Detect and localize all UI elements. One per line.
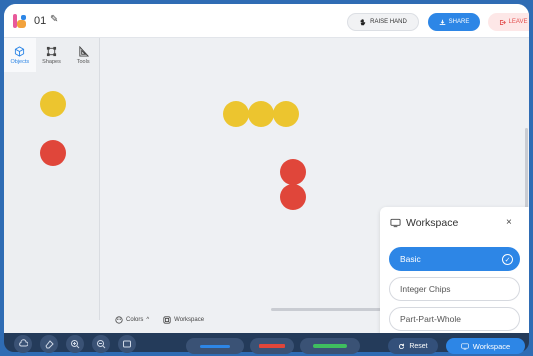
tab-shapes-label: Shapes: [42, 58, 61, 65]
workspace-footer-label: Workspace: [174, 317, 205, 323]
pen-green[interactable]: [300, 338, 360, 354]
fit-screen-tool[interactable]: [118, 335, 136, 353]
leave-label: LEAVE: [508, 19, 528, 25]
share-label: SHARE: [448, 19, 470, 25]
objects-sidebar: Objects Shapes Tools: [4, 38, 100, 320]
download-icon: [439, 19, 445, 25]
pen-blue[interactable]: [186, 338, 244, 354]
sidebar-tabs: Objects Shapes Tools: [4, 38, 99, 72]
yellow-token[interactable]: [223, 101, 249, 127]
workspace-panel-header: Workspace: [390, 217, 458, 229]
workspace-option-part-part-whole[interactable]: Part-Part-Whole: [389, 307, 520, 331]
square-icon: [46, 46, 57, 56]
raise-hand-button[interactable]: RAISE HAND: [347, 13, 419, 31]
horizontal-scrollbar[interactable]: [271, 308, 381, 311]
eraser-icon: [45, 340, 54, 349]
yellow-token[interactable]: [248, 101, 274, 127]
canvas-footer: Colors ^ Workspace: [101, 312, 381, 328]
ruler-triangle-icon: [79, 45, 89, 57]
chevron-up-icon: ^: [146, 317, 150, 323]
share-button[interactable]: SHARE: [428, 13, 480, 31]
red-token[interactable]: [280, 184, 306, 210]
checkmark-icon: ✓: [502, 254, 513, 265]
reset-label: Reset: [409, 342, 428, 350]
workspace-panel: Workspace × Basic ✓ Integer Chips Part-P…: [380, 207, 529, 340]
workspace-button-label: Workspace: [472, 341, 511, 351]
zoom-out-icon: [97, 340, 106, 349]
close-icon[interactable]: ×: [506, 217, 512, 228]
edit-title-icon[interactable]: ✎: [50, 14, 58, 25]
monitor-icon: [390, 218, 401, 228]
red-pen-swatch: [259, 344, 285, 348]
zoom-in-icon: [71, 340, 80, 349]
cube-icon: [15, 45, 25, 57]
refresh-icon: [399, 343, 405, 349]
workspace-icon: [163, 316, 171, 324]
app-logo-icon: [13, 14, 26, 28]
palette-icon: [115, 316, 123, 324]
tab-tools-label: Tools: [76, 58, 90, 65]
undo-tool[interactable]: [14, 335, 32, 353]
workspace-option-basic[interactable]: Basic ✓: [389, 247, 520, 271]
document-title: 01: [34, 15, 47, 27]
workspace-toggle[interactable]: Workspace: [163, 316, 204, 324]
eraser-tool[interactable]: [40, 335, 58, 353]
top-bar: 01 ✎ RAISE HAND SHARE LEAVE: [4, 4, 529, 38]
green-pen-swatch: [313, 344, 347, 348]
red-chip-object[interactable]: [40, 140, 66, 166]
hand-icon: [360, 19, 366, 26]
monitor-icon: [461, 343, 469, 349]
leave-button[interactable]: LEAVE: [488, 13, 529, 31]
workspace-option-integer-chips[interactable]: Integer Chips: [389, 277, 520, 301]
tab-objects-label: Objects: [10, 58, 30, 65]
reset-button[interactable]: Reset: [388, 338, 438, 354]
exit-icon: [499, 19, 506, 25]
blue-pen-swatch: [200, 344, 230, 348]
workspace-option-label: Basic: [400, 254, 421, 264]
workspace-option-label: Integer Chips: [400, 284, 451, 294]
tab-tools[interactable]: Tools: [67, 38, 99, 72]
pen-red[interactable]: [250, 338, 294, 354]
workspace-panel-title: Workspace: [406, 217, 459, 229]
app-frame: 01 ✎ RAISE HAND SHARE LEAVE Objects Shap…: [4, 4, 529, 350]
yellow-chip-object[interactable]: [40, 91, 66, 117]
frame-icon: [123, 340, 131, 348]
workspace-button[interactable]: Workspace: [446, 338, 525, 354]
workspace-option-label: Part-Part-Whole: [400, 314, 461, 324]
zoom-in-tool[interactable]: [66, 335, 84, 353]
tab-shapes[interactable]: Shapes: [36, 38, 68, 72]
tab-objects[interactable]: Objects: [4, 38, 36, 72]
cloud-icon: [19, 339, 28, 347]
raise-hand-label: RAISE HAND: [370, 19, 407, 25]
red-token[interactable]: [280, 159, 306, 185]
yellow-token[interactable]: [273, 101, 299, 127]
zoom-out-tool[interactable]: [92, 335, 110, 353]
colors-label: Colors: [126, 317, 144, 323]
colors-toggle[interactable]: Colors ^: [115, 316, 149, 324]
